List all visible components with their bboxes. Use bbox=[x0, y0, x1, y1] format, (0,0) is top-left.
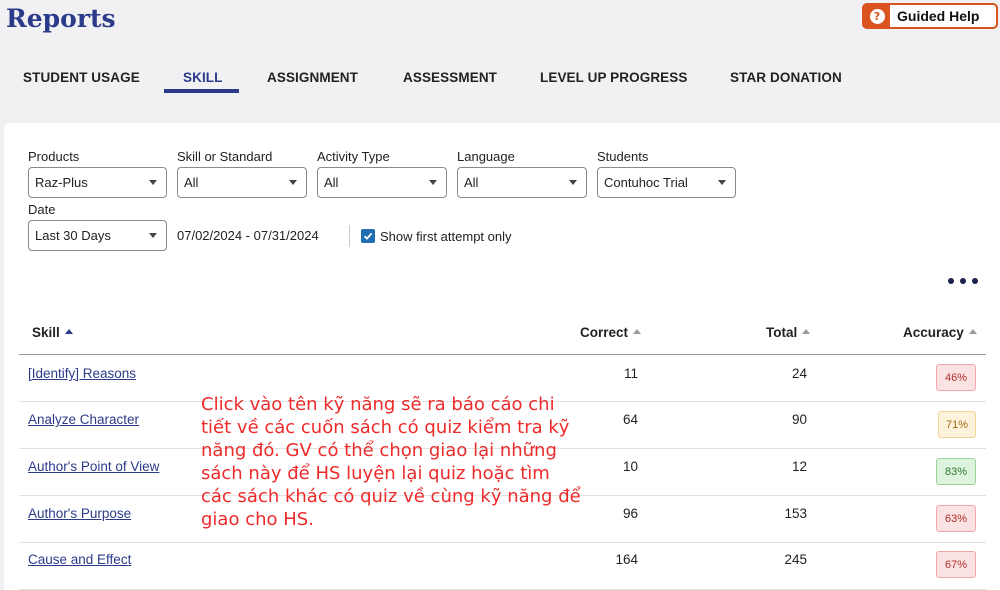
accuracy-badge: 46% bbox=[936, 364, 976, 391]
guided-help-icon-box: ? bbox=[864, 5, 890, 27]
tab-star-donation[interactable]: STAR DONATION bbox=[730, 70, 842, 85]
first-attempt-label: Show first attempt only bbox=[380, 229, 512, 244]
skill-link[interactable]: Author's Purpose bbox=[28, 506, 131, 521]
chevron-down-icon bbox=[149, 180, 157, 185]
date-range-text: 07/02/2024 - 07/31/2024 bbox=[177, 228, 319, 243]
checkmark-icon bbox=[363, 232, 373, 240]
tab-student-usage[interactable]: STUDENT USAGE bbox=[23, 70, 140, 85]
skill-standard-select[interactable]: All bbox=[177, 167, 307, 198]
language-select[interactable]: All bbox=[457, 167, 587, 198]
skill-link[interactable]: Author's Point of View bbox=[28, 459, 159, 474]
date-value: Last 30 Days bbox=[35, 228, 111, 243]
products-select[interactable]: Raz-Plus bbox=[28, 167, 167, 198]
chevron-down-icon bbox=[718, 180, 726, 185]
students-value: Contuhoc Trial bbox=[604, 175, 688, 190]
students-label: Students bbox=[597, 149, 649, 164]
date-select[interactable]: Last 30 Days bbox=[28, 220, 167, 251]
total-cell: 153 bbox=[784, 506, 807, 521]
correct-cell: 10 bbox=[622, 459, 638, 474]
activity-type-value: All bbox=[324, 175, 339, 190]
guided-help-label: Guided Help bbox=[897, 8, 980, 24]
date-label: Date bbox=[28, 202, 56, 217]
tab-level-up-progress[interactable]: LEVEL UP PROGRESS bbox=[540, 70, 688, 85]
tab-skill[interactable]: SKILL bbox=[183, 70, 223, 85]
column-header-correct-label: Correct bbox=[580, 325, 629, 340]
sort-icon bbox=[633, 328, 642, 334]
skill-link[interactable]: Cause and Effect bbox=[28, 552, 131, 567]
column-header-skill[interactable]: Skill bbox=[32, 325, 73, 340]
total-cell: 90 bbox=[791, 412, 807, 427]
chevron-down-icon bbox=[429, 180, 437, 185]
tab-assignment[interactable]: ASSIGNMENT bbox=[267, 70, 358, 85]
skill-standard-label: Skill or Standard bbox=[177, 149, 273, 164]
skill-link[interactable]: [Identify] Reasons bbox=[28, 366, 136, 381]
more-options-icon[interactable] bbox=[948, 272, 978, 290]
column-header-correct[interactable]: Correct bbox=[580, 325, 642, 340]
chevron-down-icon bbox=[289, 180, 297, 185]
column-header-accuracy-label: Accuracy bbox=[903, 325, 964, 340]
chevron-down-icon bbox=[569, 180, 577, 185]
question-icon: ? bbox=[869, 8, 885, 24]
first-attempt-checkbox[interactable] bbox=[361, 229, 375, 243]
correct-cell: 164 bbox=[615, 552, 638, 567]
correct-cell: 11 bbox=[623, 366, 638, 381]
column-header-total[interactable]: Total bbox=[766, 325, 811, 340]
chevron-down-icon bbox=[149, 233, 157, 238]
column-header-total-label: Total bbox=[766, 325, 798, 340]
annotation-note: Click vào tên kỹ năng sẽ ra báo cáo chi … bbox=[201, 394, 581, 530]
sort-icon bbox=[802, 328, 811, 334]
accuracy-badge: 67% bbox=[936, 551, 976, 578]
students-select[interactable]: Contuhoc Trial bbox=[597, 167, 736, 198]
correct-cell: 64 bbox=[622, 412, 638, 427]
active-tab-indicator bbox=[164, 89, 239, 93]
products-value: Raz-Plus bbox=[35, 175, 88, 190]
accuracy-badge: 71% bbox=[938, 411, 976, 438]
total-cell: 245 bbox=[784, 552, 807, 567]
column-header-accuracy[interactable]: Accuracy bbox=[903, 325, 977, 340]
total-cell: 24 bbox=[791, 366, 807, 381]
skill-link[interactable]: Analyze Character bbox=[28, 412, 139, 427]
accuracy-badge: 63% bbox=[936, 505, 976, 532]
activity-type-select[interactable]: All bbox=[317, 167, 447, 198]
divider bbox=[349, 225, 350, 247]
table-row: Cause and Effect 164 245 67% bbox=[19, 543, 986, 590]
page-title: Reports bbox=[6, 4, 116, 33]
skill-standard-value: All bbox=[184, 175, 199, 190]
products-label: Products bbox=[28, 149, 80, 164]
tab-assessment[interactable]: ASSESSMENT bbox=[403, 70, 497, 85]
sort-asc-icon bbox=[64, 328, 73, 334]
sort-icon bbox=[968, 328, 977, 334]
correct-cell: 96 bbox=[622, 506, 638, 521]
language-label: Language bbox=[457, 149, 515, 164]
column-header-skill-label: Skill bbox=[32, 325, 60, 340]
total-cell: 12 bbox=[791, 459, 807, 474]
guided-help-button[interactable]: ? Guided Help bbox=[862, 3, 998, 29]
activity-type-label: Activity Type bbox=[317, 149, 390, 164]
accuracy-badge: 83% bbox=[936, 458, 976, 485]
language-value: All bbox=[464, 175, 479, 190]
